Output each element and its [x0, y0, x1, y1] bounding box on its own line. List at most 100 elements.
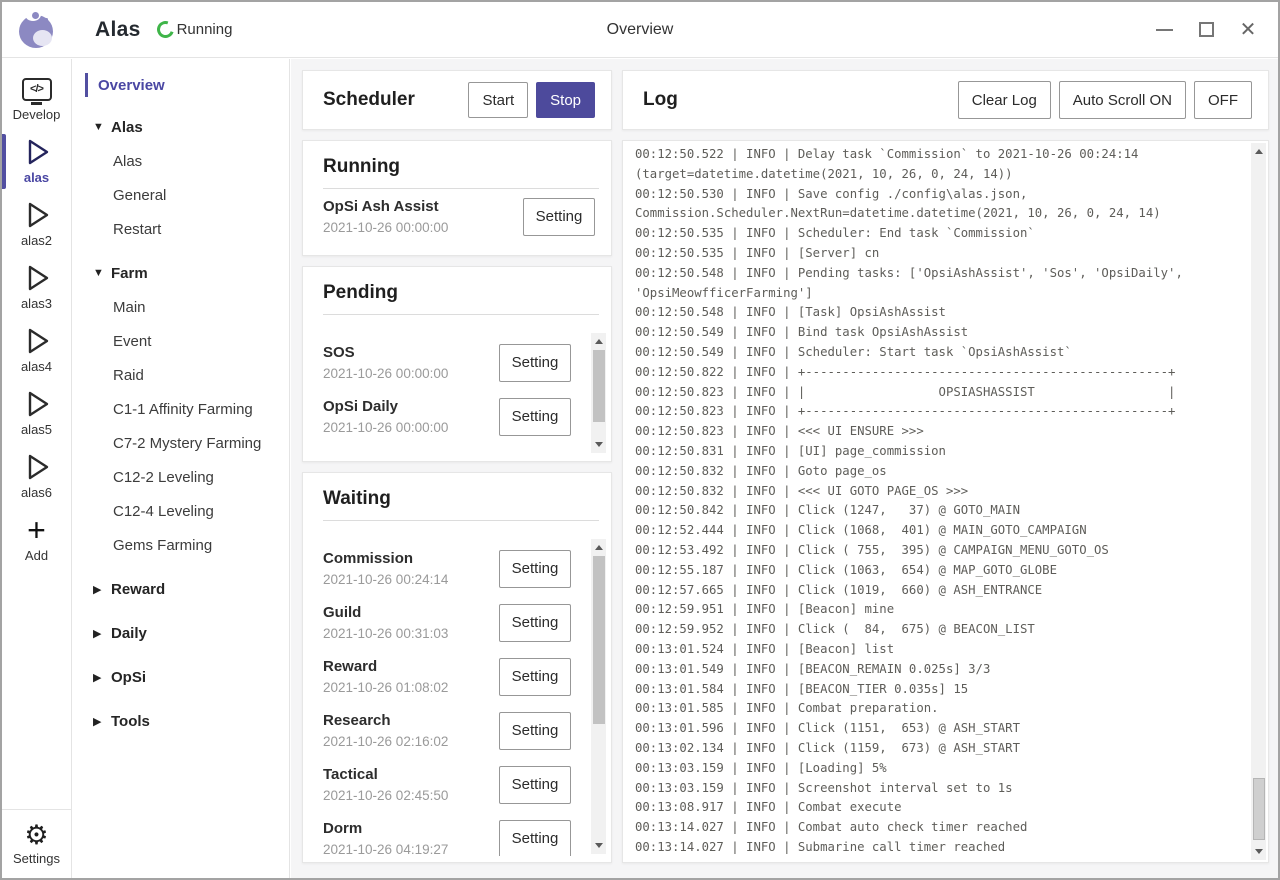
nav-item-event[interactable]: Event — [73, 324, 289, 358]
maximize-button[interactable] — [1192, 16, 1220, 44]
play-icon — [22, 199, 52, 231]
minimize-button[interactable] — [1150, 16, 1178, 44]
iconbar-item-alas2[interactable]: alas2 — [2, 193, 72, 256]
iconbar-item-add[interactable]: + Add — [2, 508, 72, 571]
task-setting-button[interactable]: Setting — [499, 712, 571, 750]
running-title: Running — [303, 141, 611, 188]
auto-scroll-on-button[interactable]: Auto Scroll ON — [1059, 81, 1186, 119]
iconbar-item-alas4[interactable]: alas4 — [2, 319, 72, 382]
task-row: Reward 2021-10-26 01:08:02 Setting — [323, 649, 571, 703]
gear-icon: ⚙ — [24, 820, 48, 850]
nav-group-daily[interactable]: ▶Daily — [73, 616, 289, 650]
nav-item-main[interactable]: Main — [73, 290, 289, 324]
close-button[interactable]: ✕ — [1234, 16, 1262, 44]
task-setting-button[interactable]: Setting — [499, 658, 571, 696]
running-spinner-icon — [154, 18, 177, 41]
log-title: Log — [643, 89, 678, 111]
task-row: Dorm 2021-10-26 04:19:27 Setting — [323, 811, 571, 856]
nav-item-restart[interactable]: Restart — [73, 212, 289, 246]
scrollbar-thumb[interactable] — [593, 350, 605, 422]
nav-group-farm[interactable]: ▼Farm — [73, 256, 289, 290]
scroll-up-icon[interactable] — [595, 545, 603, 550]
clear-log-button[interactable]: Clear Log — [958, 81, 1051, 119]
nav-item-general[interactable]: General — [73, 178, 289, 212]
task-name: OpSi Ash Assist — [323, 196, 523, 217]
iconbar-item-settings[interactable]: ⚙ Settings — [2, 809, 72, 878]
iconbar-item-alas3[interactable]: alas3 — [2, 256, 72, 319]
chevron-down-icon: ▼ — [93, 121, 111, 133]
task-setting-button[interactable]: Setting — [499, 344, 571, 382]
alas-logo-icon — [17, 10, 57, 50]
scheduler-stop-button[interactable]: Stop — [536, 82, 595, 118]
nav-item-gems-farming[interactable]: Gems Farming — [73, 528, 289, 562]
log-scrollbar[interactable] — [1251, 143, 1266, 860]
task-time: 2021-10-26 00:31:03 — [323, 624, 499, 643]
task-time: 2021-10-26 04:19:27 — [323, 840, 499, 856]
nav-item-c7-2-mystery-farming[interactable]: C7-2 Mystery Farming — [73, 426, 289, 460]
auto-scroll-off-button[interactable]: OFF — [1194, 81, 1252, 119]
scheduler-status-text: Running — [177, 21, 233, 38]
task-setting-button[interactable]: Setting — [499, 766, 571, 804]
task-name: Guild — [323, 602, 499, 623]
waiting-title: Waiting — [303, 473, 611, 520]
log-panel: 00:12:50.522 | INFO | Delay task `Commis… — [622, 140, 1269, 863]
task-name: Commission — [323, 548, 499, 569]
scroll-down-icon[interactable] — [1255, 849, 1263, 854]
pending-scrollbar[interactable] — [591, 333, 606, 453]
pending-list: SOS 2021-10-26 00:00:00 Setting OpSi Dai… — [303, 329, 611, 453]
task-row: Commission 2021-10-26 00:24:14 Setting — [323, 541, 571, 595]
chevron-right-icon: ▶ — [93, 671, 111, 684]
task-row: OpSi Ash Assist 2021-10-26 00:00:00 Sett… — [323, 189, 595, 243]
chevron-right-icon: ▶ — [93, 627, 111, 640]
pending-card: Pending SOS 2021-10-26 00:00:00 Setting … — [302, 266, 612, 462]
titlebar: Alas Running Overview ✕ — [2, 2, 1278, 58]
develop-icon: </> — [22, 78, 52, 101]
close-icon: ✕ — [1240, 20, 1257, 40]
play-icon — [22, 388, 52, 420]
task-setting-button[interactable]: Setting — [499, 398, 571, 436]
scroll-up-icon[interactable] — [595, 339, 603, 344]
task-row: Guild 2021-10-26 00:31:03 Setting — [323, 595, 571, 649]
task-nav: Overview ▼Alas Alas General Restart ▼Far… — [73, 59, 290, 878]
app-name: Alas — [95, 18, 141, 42]
divider — [323, 314, 599, 315]
task-setting-button[interactable]: Setting — [499, 453, 571, 454]
nav-item-alas[interactable]: Alas — [73, 144, 289, 178]
iconbar-item-alas5[interactable]: alas5 — [2, 382, 72, 445]
task-setting-button[interactable]: Setting — [499, 550, 571, 588]
nav-group-tools[interactable]: ▶Tools — [73, 704, 289, 738]
scroll-down-icon[interactable] — [595, 442, 603, 447]
scheduler-card: Scheduler Start Stop — [302, 70, 612, 130]
chevron-right-icon: ▶ — [93, 715, 111, 728]
task-time: 2021-10-26 00:00:00 — [323, 418, 499, 437]
waiting-scrollbar[interactable] — [591, 539, 606, 854]
task-setting-button[interactable]: Setting — [499, 604, 571, 642]
iconbar-item-alas6[interactable]: alas6 — [2, 445, 72, 508]
nav-item-c12-2-leveling[interactable]: C12-2 Leveling — [73, 460, 289, 494]
config-sidebar: </> Develop alas alas2 alas3 alas4 alas5… — [2, 59, 72, 878]
nav-group-reward[interactable]: ▶Reward — [73, 572, 289, 606]
nav-item-c1-1-affinity-farming[interactable]: C1-1 Affinity Farming — [73, 392, 289, 426]
scrollbar-thumb[interactable] — [593, 556, 605, 724]
nav-item-c12-4-leveling[interactable]: C12-4 Leveling — [73, 494, 289, 528]
nav-group-opsi[interactable]: ▶OpSi — [73, 660, 289, 694]
chevron-right-icon: ▶ — [93, 583, 111, 596]
task-setting-button[interactable]: Setting — [499, 820, 571, 857]
task-setting-button[interactable]: Setting — [523, 198, 595, 236]
task-name: OpSi Meowfficer Farming — [323, 450, 499, 453]
main-content: Scheduler Start Stop Running OpSi Ash As… — [291, 59, 1278, 878]
nav-group-alas[interactable]: ▼Alas — [73, 110, 289, 144]
scroll-up-icon[interactable] — [1255, 149, 1263, 154]
play-icon — [22, 451, 52, 483]
scrollbar-thumb[interactable] — [1253, 778, 1265, 840]
nav-item-raid[interactable]: Raid — [73, 358, 289, 392]
scheduler-start-button[interactable]: Start — [468, 82, 528, 118]
iconbar-item-develop[interactable]: </> Develop — [2, 67, 72, 130]
iconbar-item-alas[interactable]: alas — [2, 130, 72, 193]
task-time: 2021-10-26 00:24:14 — [323, 570, 499, 589]
plus-icon: + — [27, 516, 46, 544]
scroll-down-icon[interactable] — [595, 843, 603, 848]
play-icon — [22, 325, 52, 357]
task-time: 2021-10-26 01:08:02 — [323, 678, 499, 697]
nav-item-overview[interactable]: Overview — [73, 70, 289, 100]
